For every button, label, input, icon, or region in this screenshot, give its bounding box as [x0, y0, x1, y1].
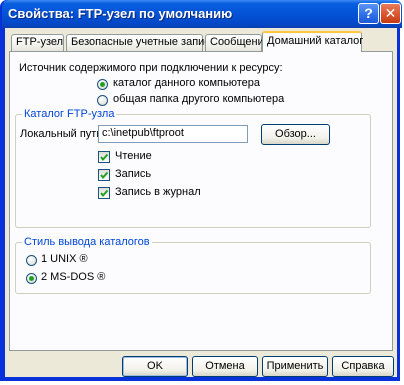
- checkbox-label-read: Чтение: [115, 150, 152, 162]
- browse-button-label: Обзор...: [275, 128, 316, 140]
- tab-home-directory[interactable]: Домашний каталог: [262, 31, 364, 52]
- help-button-label: Справка: [341, 360, 385, 372]
- tab-strip: FTP-узел Безопасные учетные записи Сообщ…: [9, 31, 393, 52]
- tab-security-accounts[interactable]: Безопасные учетные записи: [66, 34, 216, 51]
- dialog-window: Свойства: FTP-узел по умолчанию ? ✕ FTP-…: [0, 0, 402, 381]
- radio-selected-dot: [100, 82, 105, 87]
- ftp-directory-group: Каталог FTP-узла Локальный путь: c:\inet…: [15, 108, 371, 228]
- radio-ms-dos[interactable]: [26, 273, 37, 284]
- ok-button-label: OK: [147, 360, 163, 372]
- radio-label-network-share: общая папка другого компьютера: [113, 93, 285, 105]
- help-title-button[interactable]: ?: [358, 3, 379, 24]
- radio-network-share[interactable]: [97, 95, 108, 106]
- radio-local-directory[interactable]: [97, 79, 108, 90]
- tab-ftp-site[interactable]: FTP-узел: [11, 34, 64, 51]
- browse-button[interactable]: Обзор...: [261, 124, 330, 145]
- checkbox-label-log-visits: Запись в журнал: [115, 186, 201, 198]
- close-button[interactable]: ✕: [380, 3, 401, 24]
- close-icon: ✕: [384, 5, 397, 21]
- window-title: Свойства: FTP-узел по умолчанию: [8, 6, 233, 21]
- radio-label-unix: 1 UNIX ®: [41, 253, 88, 265]
- tab-messages[interactable]: Сообщения: [205, 34, 270, 51]
- checkmark-icon: [100, 171, 109, 180]
- checkmark-icon: [100, 153, 109, 162]
- ok-button[interactable]: OK: [122, 356, 188, 377]
- title-bar[interactable]: Свойства: FTP-узел по умолчанию ? ✕: [2, 0, 402, 28]
- cancel-button-label: Отмена: [205, 360, 245, 372]
- listing-style-group: Стиль вывода каталогов 1 UNIX ® 2 MS-DOS…: [15, 236, 371, 294]
- tab-label: Домашний каталог: [267, 35, 364, 47]
- checkbox-log-visits[interactable]: [98, 187, 110, 199]
- radio-selected-dot: [29, 276, 34, 281]
- radio-label-local-directory: каталог данного компьютера: [113, 77, 261, 89]
- ftp-directory-group-label: Каталог FTP-узла: [22, 108, 117, 120]
- checkmark-icon: [100, 189, 109, 198]
- tab-label: Сообщения: [210, 36, 270, 48]
- checkbox-label-write: Запись: [115, 168, 152, 180]
- local-path-label: Локальный путь:: [20, 128, 106, 140]
- checkbox-read[interactable]: [98, 151, 110, 163]
- local-path-value: c:\inetpub\ftproot: [102, 127, 184, 139]
- radio-label-ms-dos: 2 MS-DOS ®: [41, 271, 106, 283]
- tab-label: Безопасные учетные записи: [71, 36, 216, 48]
- dialog-client-area: FTP-узел Безопасные учетные записи Сообщ…: [5, 28, 397, 377]
- tab-panel-home-directory: Источник содержимого при подключении к р…: [9, 51, 393, 351]
- apply-button-label: Применить: [266, 360, 324, 372]
- radio-unix[interactable]: [26, 255, 37, 266]
- apply-button[interactable]: Применить: [262, 356, 328, 377]
- content-source-label: Источник содержимого при подключении к р…: [19, 62, 283, 74]
- cancel-button[interactable]: Отмена: [192, 356, 258, 377]
- local-path-input[interactable]: c:\inetpub\ftproot: [98, 125, 248, 143]
- checkbox-write[interactable]: [98, 169, 110, 181]
- listing-style-group-label: Стиль вывода каталогов: [22, 236, 152, 248]
- tab-label: FTP-узел: [16, 36, 64, 48]
- question-icon: ?: [364, 5, 373, 21]
- help-button[interactable]: Справка: [332, 356, 394, 377]
